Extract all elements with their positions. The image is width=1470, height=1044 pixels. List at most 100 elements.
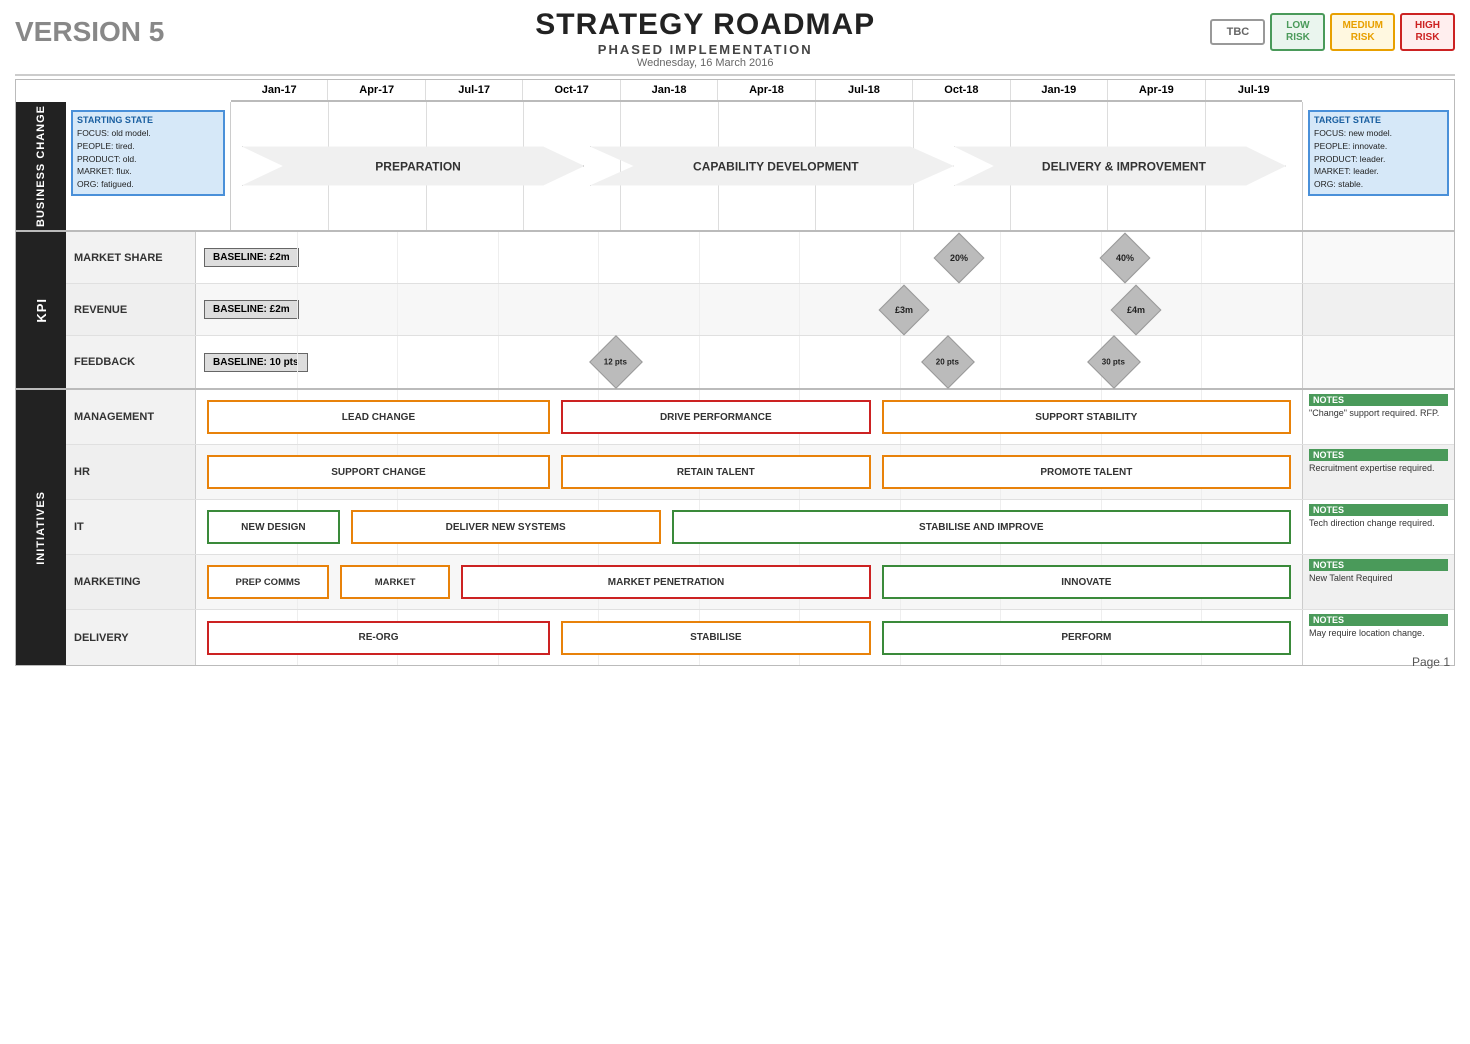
revenue-baseline: BASELINE: £2m bbox=[204, 300, 299, 319]
new-design-bar: NEW DESIGN bbox=[207, 510, 340, 544]
feedback-baseline: BASELINE: 10 pts bbox=[204, 353, 308, 372]
market-share-40-diamond: 40% bbox=[1100, 232, 1151, 283]
starting-state-box: STARTING STATE FOCUS: old model.PEOPLE: … bbox=[66, 102, 231, 230]
kpi-market-share-content: BASELINE: £2m 20% 40% bbox=[196, 232, 1302, 283]
hr-notes: NOTES Recruitment expertise required. bbox=[1302, 445, 1454, 499]
hr-label: HR bbox=[66, 445, 196, 499]
initiative-hr-row: HR SUPPORT CHANGE bbox=[66, 445, 1454, 500]
page-number: Page 1 bbox=[1412, 655, 1450, 669]
version-label: VERSION 5 bbox=[15, 8, 200, 48]
revenue-3m-diamond: £3m bbox=[878, 284, 929, 335]
marketing-content: PREP COMMS MARKET MARKET PENETRATION INN… bbox=[196, 555, 1302, 609]
tl-col-jul17: Jul-17 bbox=[426, 80, 523, 100]
capability-arrow: CAPABILITY DEVELOPMENT bbox=[590, 134, 954, 199]
header: VERSION 5 STRATEGY ROADMAP PHASED IMPLEM… bbox=[15, 8, 1455, 69]
starting-state-title: STARTING STATE bbox=[77, 115, 219, 125]
kpi-section-label: KPI bbox=[16, 232, 66, 388]
it-label: IT bbox=[66, 500, 196, 554]
marketing-notes-header: NOTES bbox=[1309, 559, 1448, 571]
management-content: LEAD CHANGE DRIVE PERFORMANCE SUPPORT ST… bbox=[196, 390, 1302, 444]
target-state-title: TARGET STATE bbox=[1314, 115, 1443, 125]
title-block: STRATEGY ROADMAP PHASED IMPLEMENTATION W… bbox=[200, 8, 1210, 69]
lead-change-bar: LEAD CHANGE bbox=[207, 400, 550, 434]
innovate-bar: INNOVATE bbox=[882, 565, 1291, 599]
kpi-feedback-row: FEEDBACK BASELINE: 10 pts bbox=[66, 336, 1454, 388]
marketing-label: MARKETING bbox=[66, 555, 196, 609]
target-state-box: TARGET STATE FOCUS: new model.PEOPLE: in… bbox=[1302, 102, 1454, 230]
kpi-feedback-label: FEEDBACK bbox=[66, 336, 196, 388]
deliver-new-systems-bar: DELIVER NEW SYSTEMS bbox=[351, 510, 661, 544]
main-title: STRATEGY ROADMAP bbox=[200, 8, 1210, 42]
kpi-revenue-content: BASELINE: £2m £3m £4m bbox=[196, 284, 1302, 335]
preparation-arrow: PREPARATION bbox=[242, 134, 585, 199]
support-stability-bar: SUPPORT STABILITY bbox=[882, 400, 1291, 434]
business-arrows: PREPARATION CAPABILITY DEVELOPMENT DELIV… bbox=[231, 102, 1302, 230]
support-change-bar: SUPPORT CHANGE bbox=[207, 455, 550, 489]
delivery-content: RE-ORG STABILISE PERFORM bbox=[196, 610, 1302, 665]
it-notes-text: Tech direction change required. bbox=[1309, 518, 1448, 530]
kpi-section: KPI MARKET SHARE bbox=[16, 232, 1454, 390]
risk-high: HIGHRISK bbox=[1400, 13, 1455, 51]
delivery-notes-header: NOTES bbox=[1309, 614, 1448, 626]
marketing-notes: NOTES New Talent Required bbox=[1302, 555, 1454, 609]
initiatives-section-label: INITIATIVES bbox=[16, 390, 66, 665]
tl-col-jan17: Jan-17 bbox=[231, 80, 328, 100]
kpi-feedback-content: BASELINE: 10 pts 12 pts 20 pts 30 pts bbox=[196, 336, 1302, 388]
hr-notes-header: NOTES bbox=[1309, 449, 1448, 461]
kpi-feedback-notes bbox=[1302, 336, 1454, 388]
roadmap-table: Jan-17 Apr-17 Jul-17 Oct-17 Jan-18 Apr-1… bbox=[15, 79, 1455, 666]
risk-medium: MEDIUMRISK bbox=[1330, 13, 1395, 51]
prep-comms-bar: PREP COMMS bbox=[207, 565, 329, 599]
header-divider bbox=[15, 74, 1455, 76]
revenue-4m-diamond: £4m bbox=[1111, 284, 1162, 335]
tl-col-apr18: Apr-18 bbox=[718, 80, 815, 100]
drive-performance-bar: DRIVE PERFORMANCE bbox=[561, 400, 871, 434]
kpi-market-share-label: MARKET SHARE bbox=[66, 232, 196, 283]
tl-col-jul18: Jul-18 bbox=[816, 80, 913, 100]
initiative-it-row: IT NEW DESIGN bbox=[66, 500, 1454, 555]
perform-bar: PERFORM bbox=[882, 621, 1291, 655]
market-share-20-diamond: 20% bbox=[934, 232, 985, 283]
management-label: MANAGEMENT bbox=[66, 390, 196, 444]
tl-col-apr19: Apr-19 bbox=[1108, 80, 1205, 100]
kpi-market-share-row: MARKET SHARE BASELINE bbox=[66, 232, 1454, 284]
page-container: VERSION 5 STRATEGY ROADMAP PHASED IMPLEM… bbox=[0, 0, 1470, 681]
marketing-notes-text: New Talent Required bbox=[1309, 573, 1448, 585]
target-state-text: FOCUS: new model.PEOPLE: innovate.PRODUC… bbox=[1314, 127, 1443, 191]
management-notes: NOTES "Change" support required. RFP. bbox=[1302, 390, 1454, 444]
sub-title: PHASED IMPLEMENTATION bbox=[200, 42, 1210, 57]
risk-tbc: TBC bbox=[1210, 19, 1265, 45]
kpi-rows: MARKET SHARE BASELINE bbox=[66, 232, 1454, 388]
tl-col-jul19: Jul-19 bbox=[1206, 80, 1302, 100]
hr-content: SUPPORT CHANGE RETAIN TALENT PROMOTE TAL… bbox=[196, 445, 1302, 499]
retain-talent-bar: RETAIN TALENT bbox=[561, 455, 871, 489]
kpi-revenue-notes bbox=[1302, 284, 1454, 335]
tl-col-oct17: Oct-17 bbox=[523, 80, 620, 100]
hr-notes-text: Recruitment expertise required. bbox=[1309, 463, 1448, 475]
tl-col-jan19: Jan-19 bbox=[1011, 80, 1108, 100]
market-bar: MARKET bbox=[340, 565, 451, 599]
management-notes-header: NOTES bbox=[1309, 394, 1448, 406]
risk-low: LOWRISK bbox=[1270, 13, 1325, 51]
feedback-20pts-diamond: 20 pts bbox=[921, 335, 975, 389]
market-share-baseline: BASELINE: £2m bbox=[204, 248, 299, 267]
market-penetration-bar: MARKET PENETRATION bbox=[461, 565, 870, 599]
business-section: BUSINESS CHANGE STARTING STATE FOCUS: ol… bbox=[16, 102, 1454, 232]
tl-col-oct18: Oct-18 bbox=[913, 80, 1010, 100]
timeline-header-row: Jan-17 Apr-17 Jul-17 Oct-17 Jan-18 Apr-1… bbox=[231, 80, 1302, 102]
initiatives-rows: MANAGEMENT LEAD CHANGE bbox=[66, 390, 1454, 665]
stabilise-bar: STABILISE bbox=[561, 621, 871, 655]
kpi-revenue-label: REVENUE bbox=[66, 284, 196, 335]
tl-col-jan18: Jan-18 bbox=[621, 80, 718, 100]
it-notes-header: NOTES bbox=[1309, 504, 1448, 516]
risk-legend: TBC LOWRISK MEDIUMRISK HIGHRISK bbox=[1210, 13, 1455, 51]
kpi-market-share-notes bbox=[1302, 232, 1454, 283]
initiative-delivery-row: DELIVERY RE-ORG bbox=[66, 610, 1454, 665]
stabilise-and-improve-bar: STABILISE AND IMPROVE bbox=[672, 510, 1291, 544]
management-notes-text: "Change" support required. RFP. bbox=[1309, 408, 1448, 420]
business-section-label: BUSINESS CHANGE bbox=[16, 102, 66, 230]
feedback-30pts-diamond: 30 pts bbox=[1087, 335, 1141, 389]
delivery-label: DELIVERY bbox=[66, 610, 196, 665]
initiative-marketing-row: MARKETING PREP COMMS bbox=[66, 555, 1454, 610]
starting-state-text: FOCUS: old model.PEOPLE: tired.PRODUCT: … bbox=[77, 127, 219, 191]
